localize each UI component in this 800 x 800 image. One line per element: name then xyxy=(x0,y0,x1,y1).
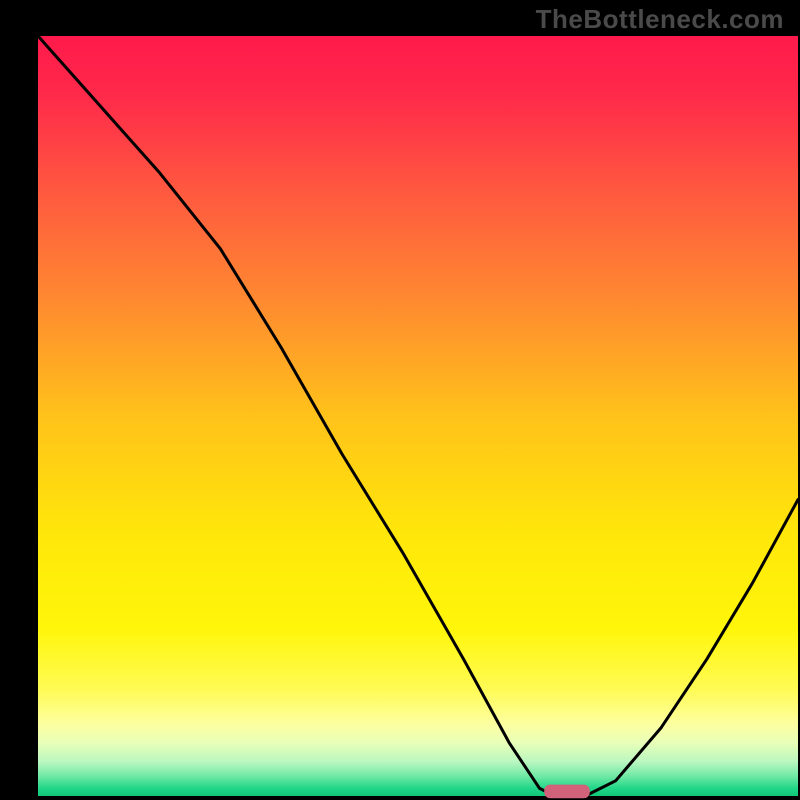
chart-frame: TheBottleneck.com xyxy=(0,0,800,800)
watermark-text: TheBottleneck.com xyxy=(536,4,784,35)
plot-background xyxy=(38,36,798,796)
sweet-spot-marker xyxy=(544,785,590,799)
chart-canvas xyxy=(0,0,800,800)
